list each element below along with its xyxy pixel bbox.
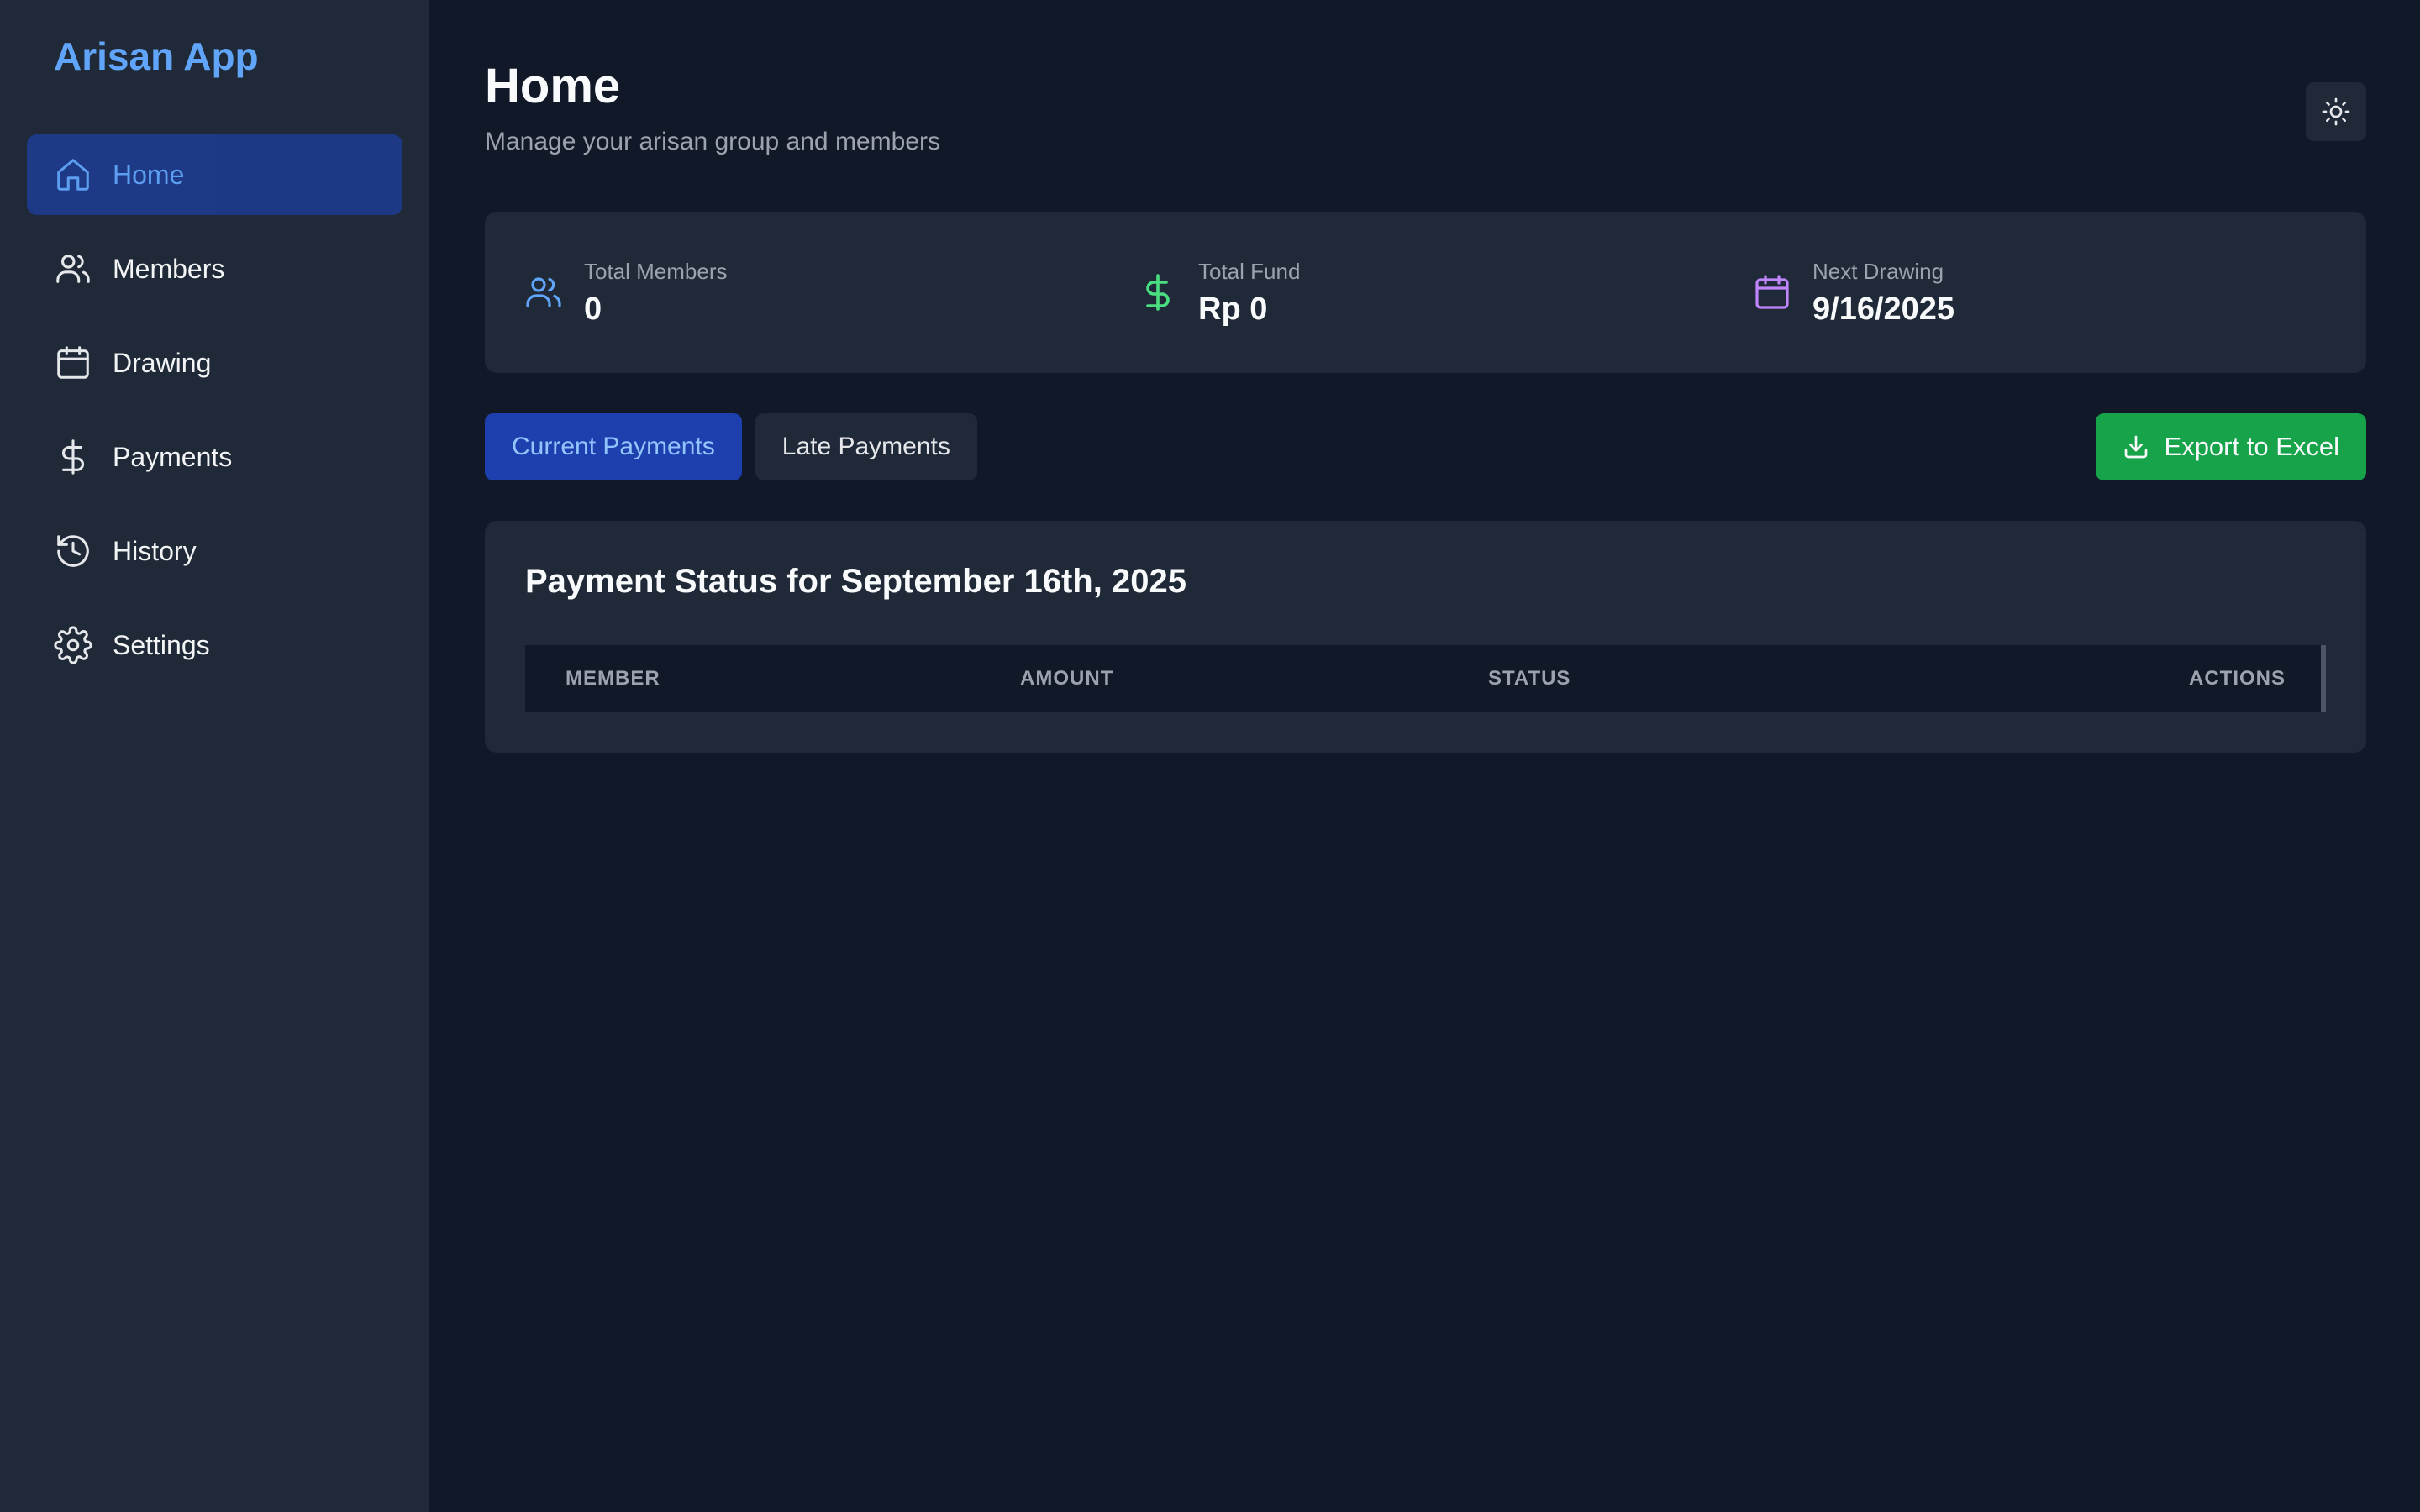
- users-icon: [54, 249, 92, 288]
- sidebar-item-history[interactable]: History: [27, 511, 402, 591]
- dollar-icon: [1138, 272, 1178, 312]
- calendar-icon: [54, 344, 92, 382]
- history-icon: [54, 532, 92, 570]
- stat-total-fund: Total Fund Rp 0: [1138, 258, 1752, 327]
- app-title: Arisan App: [54, 34, 259, 78]
- stat-label: Total Members: [584, 259, 728, 284]
- tab-current-payments[interactable]: Current Payments: [485, 413, 742, 480]
- sidebar-item-settings[interactable]: Settings: [27, 605, 402, 685]
- stat-total-members: Total Members 0: [523, 258, 1138, 327]
- stats-card: Total Members 0 Total Fund Rp 0 Next Dra…: [485, 212, 2366, 373]
- sidebar: Arisan App Home Members Drawing Payments…: [0, 0, 429, 1512]
- calendar-icon: [1752, 272, 1792, 312]
- sidebar-item-label: Drawing: [113, 347, 212, 378]
- main-content: Home Manage your arisan group and member…: [429, 0, 2420, 1512]
- sun-icon: [2321, 97, 2351, 127]
- sidebar-item-home[interactable]: Home: [27, 134, 402, 215]
- page-subtitle: Manage your arisan group and members: [485, 128, 940, 155]
- sidebar-item-members[interactable]: Members: [27, 228, 402, 309]
- sidebar-nav: Home Members Drawing Payments History Se…: [27, 134, 402, 685]
- sidebar-item-payments[interactable]: Payments: [27, 417, 402, 497]
- stat-next-drawing: Next Drawing 9/16/2025: [1752, 258, 2366, 327]
- payment-status-title: Payment Status for September 16th, 2025: [525, 563, 1186, 600]
- sidebar-item-drawing[interactable]: Drawing: [27, 323, 402, 403]
- users-icon: [523, 272, 564, 312]
- theme-toggle-button[interactable]: [2306, 82, 2366, 141]
- sidebar-item-label: Payments: [113, 441, 233, 472]
- page-title: Home: [485, 59, 621, 113]
- home-icon: [54, 155, 92, 194]
- export-button-label: Export to Excel: [2164, 432, 2339, 461]
- sidebar-item-label: Home: [113, 159, 185, 190]
- tabs-row: Current Payments Late Payments Export to…: [485, 413, 2366, 480]
- payment-status-panel: Payment Status for September 16th, 2025 …: [485, 521, 2366, 753]
- export-to-excel-button[interactable]: Export to Excel: [2095, 413, 2366, 480]
- sidebar-item-label: Members: [113, 253, 225, 284]
- gear-icon: [54, 626, 92, 664]
- download-icon: [2123, 433, 2165, 460]
- stat-value: Rp 0: [1198, 291, 1268, 327]
- stat-value: 9/16/2025: [1812, 291, 1955, 327]
- column-header-actions: ACTIONS: [2189, 667, 2286, 690]
- tab-late-payments[interactable]: Late Payments: [755, 413, 977, 480]
- sidebar-item-label: History: [113, 535, 197, 566]
- stat-label: Total Fund: [1198, 259, 1301, 284]
- column-header-member: MEMBER: [566, 667, 660, 690]
- dollar-icon: [54, 438, 92, 476]
- stat-label: Next Drawing: [1812, 259, 1944, 284]
- payments-table-header: MEMBER AMOUNT STATUS ACTIONS: [525, 645, 2326, 712]
- stat-value: 0: [584, 291, 602, 327]
- sidebar-item-label: Settings: [113, 629, 210, 660]
- column-header-status: STATUS: [1488, 667, 1571, 690]
- column-header-amount: AMOUNT: [1020, 667, 1114, 690]
